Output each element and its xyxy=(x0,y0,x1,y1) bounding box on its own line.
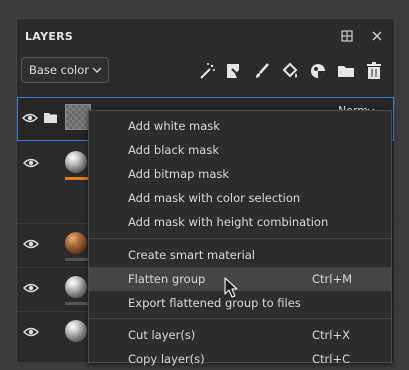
menu-item-copy-layers[interactable]: Copy layer(s) Ctrl+C xyxy=(89,348,391,370)
menu-item-add-white-mask[interactable]: Add white mask xyxy=(89,115,391,137)
panel-title: LAYERS xyxy=(25,29,74,43)
material-thumbnail xyxy=(65,276,87,298)
close-icon[interactable] xyxy=(371,30,383,42)
material-thumbnail xyxy=(65,151,87,173)
eye-icon[interactable] xyxy=(23,282,39,294)
layer-bar xyxy=(65,302,89,305)
mouse-cursor-icon xyxy=(224,277,238,298)
menu-item-add-black-mask[interactable]: Add black mask xyxy=(89,139,391,161)
chevron-down-icon xyxy=(92,67,102,73)
fill-icon[interactable] xyxy=(280,61,300,81)
smart-mask-icon[interactable] xyxy=(308,61,328,81)
panel-titlebar: LAYERS xyxy=(17,19,394,53)
layers-toolbar: Base color xyxy=(17,55,394,89)
eye-icon[interactable] xyxy=(23,238,39,250)
layer-bar xyxy=(65,258,89,261)
folder-icon[interactable] xyxy=(336,61,356,81)
blend-channel-dropdown[interactable]: Base color xyxy=(21,57,109,83)
menu-item-add-mask-color-selection[interactable]: Add mask with color selection xyxy=(89,187,391,209)
magic-wand-icon[interactable] xyxy=(197,61,217,81)
dock-icon[interactable] xyxy=(341,30,353,42)
eye-icon[interactable] xyxy=(22,112,38,124)
material-thumbnail xyxy=(65,320,87,342)
context-menu: Add white mask Add black mask Add bitmap… xyxy=(88,110,392,366)
blend-channel-value: Base color xyxy=(29,63,89,77)
layer-color-bar xyxy=(65,177,89,180)
eye-icon[interactable] xyxy=(23,157,39,169)
menu-item-flatten-group[interactable]: Flatten group Ctrl+M xyxy=(89,267,391,291)
trash-icon[interactable] xyxy=(364,61,384,81)
eye-icon[interactable] xyxy=(23,326,39,338)
folder-open-icon xyxy=(44,113,57,123)
menu-item-add-bitmap-mask[interactable]: Add bitmap mask xyxy=(89,163,391,185)
menu-separator xyxy=(89,238,391,239)
material-thumbnail xyxy=(65,232,87,254)
menu-item-create-smart-material[interactable]: Create smart material xyxy=(89,244,391,266)
menu-item-cut-layers[interactable]: Cut layer(s) Ctrl+X xyxy=(89,324,391,346)
menu-separator xyxy=(89,318,391,319)
add-effect-icon[interactable] xyxy=(224,61,244,81)
menu-item-export-flattened-group[interactable]: Export flattened group to files xyxy=(89,292,391,314)
menu-item-add-mask-height-combination[interactable]: Add mask with height combination xyxy=(89,211,391,233)
brush-icon[interactable] xyxy=(252,61,272,81)
